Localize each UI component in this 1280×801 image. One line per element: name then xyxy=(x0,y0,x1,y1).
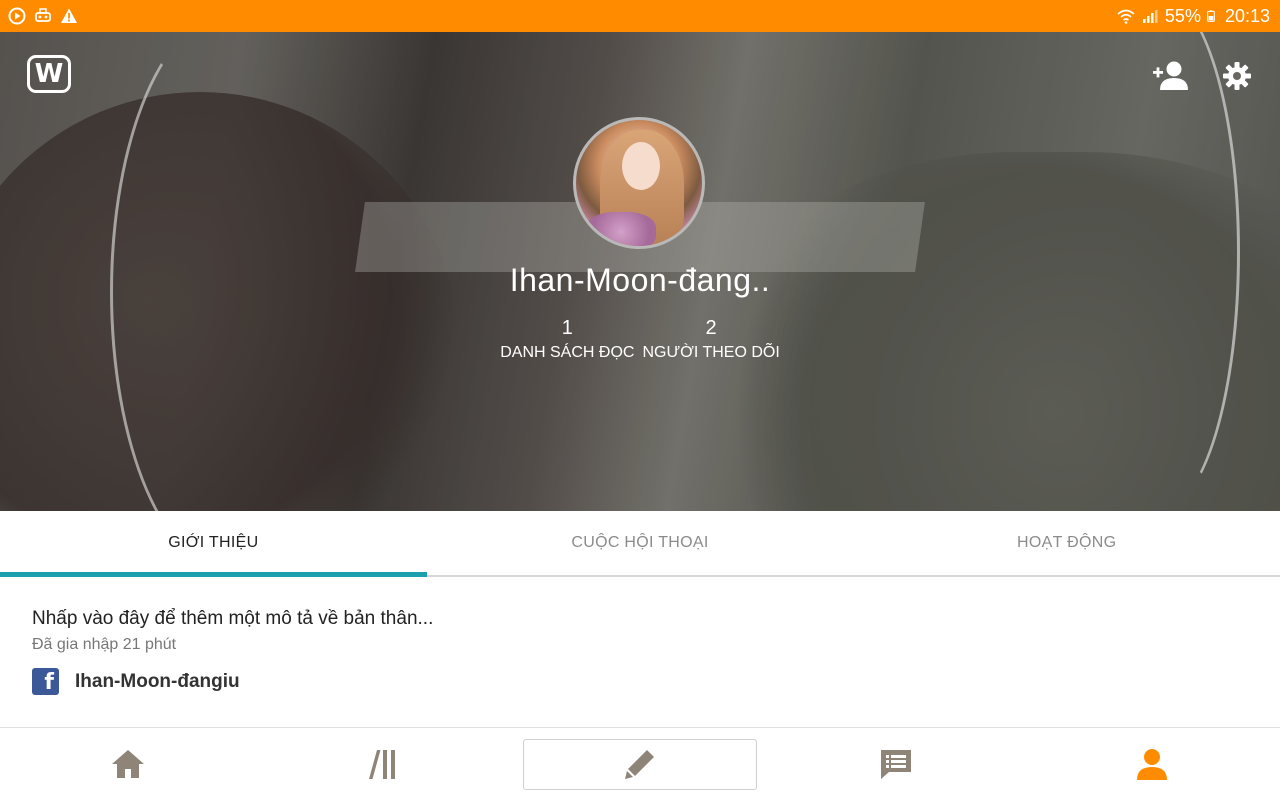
add-user-button[interactable] xyxy=(1150,56,1190,96)
settings-icon xyxy=(1223,62,1251,90)
settings-button[interactable] xyxy=(1217,56,1257,96)
pencil-icon xyxy=(625,750,654,779)
nav-write[interactable] xyxy=(512,728,768,801)
description-placeholder[interactable]: Nhấp vào đây để thêm một mô tả về bản th… xyxy=(32,608,1248,630)
wattpad-logo-icon[interactable]: W xyxy=(27,55,71,93)
stat-reading-lists[interactable]: 1 DANH SÁCH ĐỌC xyxy=(500,316,634,364)
tab-activity[interactable]: HOẠT ĐỘNG xyxy=(853,511,1280,575)
avatar-flowers xyxy=(586,212,656,246)
home-icon xyxy=(112,750,144,778)
stat-label: DANH SÁCH ĐỌC xyxy=(500,344,635,361)
add-user-icon xyxy=(1153,61,1188,90)
signal-icon xyxy=(1142,10,1158,23)
messages-icon xyxy=(881,750,911,779)
nav-library[interactable] xyxy=(256,728,512,801)
about-section: Nhấp vào đây để thêm một mô tả về bản th… xyxy=(32,608,1248,695)
write-button[interactable] xyxy=(523,738,757,790)
stat-label: NGƯỜI THEO DÕI xyxy=(642,344,780,361)
avatar-face xyxy=(622,142,660,190)
wifi-icon xyxy=(1117,9,1135,24)
status-icons-right: 55% 20:13 xyxy=(1117,6,1280,27)
nav-messages[interactable] xyxy=(768,728,1024,801)
battery-icon xyxy=(1207,10,1215,22)
nav-home[interactable] xyxy=(0,728,256,801)
nav-profile[interactable] xyxy=(1024,728,1280,801)
profile-username: Ihan-Moon-đang.. xyxy=(509,262,771,298)
joined-date: Đã gia nhập 21 phút xyxy=(32,636,177,653)
media-icon xyxy=(8,7,26,25)
profile-stats: 1 DANH SÁCH ĐỌC 2 NGƯỜI THEO DÕI xyxy=(0,316,1280,364)
tab-about[interactable]: GIỚI THIỆU xyxy=(0,511,427,577)
stat-followers[interactable]: 2 NGƯỜI THEO DÕI xyxy=(642,316,779,364)
facebook-name: Ihan-Moon-đangiu xyxy=(75,670,240,692)
clock: 20:13 xyxy=(1224,5,1270,26)
profile-tabs: GIỚI THIỆU CUỘC HỘI THOẠI HOẠT ĐỘNG xyxy=(0,511,1280,577)
stat-value: 1 xyxy=(561,317,573,339)
facebook-link[interactable]: f Ihan-Moon-đangiu xyxy=(32,668,1248,695)
profile-icon xyxy=(1137,749,1167,780)
status-bar: 55% 20:13 xyxy=(0,0,1280,32)
battery-percent: 55% xyxy=(1164,5,1201,26)
facebook-icon: f xyxy=(32,668,59,695)
avatar[interactable] xyxy=(573,117,705,249)
warning-icon xyxy=(61,8,77,23)
stat-value: 2 xyxy=(705,317,717,339)
tab-conversations[interactable]: CUỘC HỘI THOẠI xyxy=(427,511,854,575)
library-icon xyxy=(369,750,395,779)
bottom-navigation xyxy=(0,727,1280,800)
status-icons-left xyxy=(0,7,78,25)
game-icon xyxy=(35,8,51,22)
